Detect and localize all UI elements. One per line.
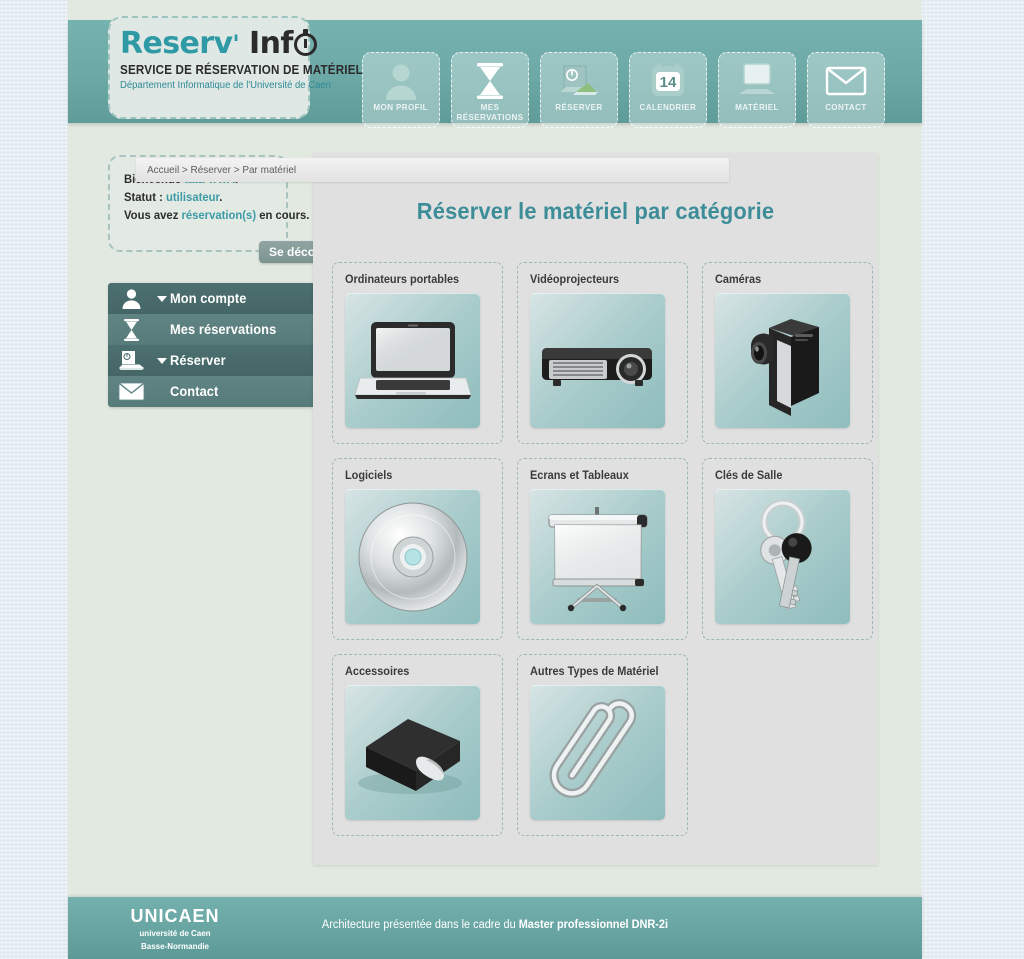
sidebar-item-reserver[interactable]: Réserver [108, 345, 313, 376]
category-card-ordinateurs-portables[interactable]: Ordinateurs portables [332, 262, 503, 444]
site-logo[interactable]: Reserv' Inf SERVICE DE RÉSERVATION DE MA… [108, 16, 363, 119]
footer-credit-prefix: Architecture présentée dans le cadre du [321, 919, 519, 931]
sidebar-item-label: Réserver [170, 353, 226, 368]
breadcrumb: Accueil > Réserver > Par matériel [136, 158, 729, 182]
category-card-accessoires[interactable]: Accessoires [332, 654, 503, 836]
category-label: Accessoires [345, 666, 410, 678]
hourglass-icon [108, 318, 154, 341]
category-label: Logiciels [345, 470, 393, 482]
category-thumbnail [530, 293, 665, 428]
category-thumbnail [530, 685, 665, 820]
category-thumbnail [530, 489, 665, 624]
nav-item-materiel[interactable]: Matériel [718, 52, 796, 128]
hourglass-icon [474, 60, 506, 102]
nav-item-label: Calendrier [639, 102, 697, 112]
breadcrumb-text[interactable]: Accueil > Réserver > Par matériel [147, 164, 296, 176]
nav-item-mes-reservations[interactable]: Mes réservations [451, 52, 529, 128]
cd-disc-icon [358, 502, 467, 611]
welcome-line-status: Statut : utilisateur. [124, 188, 276, 206]
logo-subtitle: Département Informatique de l'Université… [120, 80, 331, 91]
sidebar-item-label: Mon compte [170, 291, 247, 306]
chevron-down-icon[interactable] [154, 295, 170, 302]
reservations-suffix: en cours. [256, 208, 310, 222]
sidebar-menu: Mon compte Mes réservations Réserver Con… [108, 283, 313, 407]
chevron-down-icon[interactable] [154, 357, 170, 364]
category-card-autres-types-de-materiel[interactable]: Autres Types de Matériel [517, 654, 688, 836]
nav-item-label: Contact [825, 102, 867, 112]
category-label: Ecrans et Tableaux [530, 470, 629, 482]
top-navigation: Mon profil Mes réservations [362, 52, 885, 128]
laptop-book-icon [108, 350, 154, 371]
category-card-cles-de-salle[interactable]: Clés de Salle [702, 458, 873, 640]
footer-credit-bold: Master professionnel DNR-2i [518, 919, 669, 931]
status-value: utilisateur [165, 190, 220, 204]
sidebar-item-label: Contact [170, 384, 219, 399]
stopwatch-icon [293, 29, 317, 56]
category-label: Ordinateurs portables [345, 274, 460, 286]
black-box-icon [357, 718, 462, 794]
page-title: Réserver le matériel par catégorie [416, 198, 775, 224]
footer-credit: Architecture présentée dans le cadre du … [89, 919, 900, 931]
user-icon [384, 60, 418, 102]
monitor-icon [736, 60, 778, 102]
category-label: Clés de Salle [715, 470, 783, 482]
nav-item-label: Mon profil [373, 102, 429, 112]
logo-apostrophe: ' [232, 30, 240, 58]
reservations-prefix: Vous avez [124, 208, 182, 222]
status-suffix: . [219, 190, 223, 204]
category-thumbnail [345, 685, 480, 820]
camcorder-icon [750, 318, 819, 416]
sidebar-item-mon-compte[interactable]: Mon compte [108, 283, 313, 314]
nav-item-mon-profil[interactable]: Mon profil [362, 52, 440, 128]
sidebar-item-mes-reservations[interactable]: Mes réservations [108, 314, 313, 345]
unicaen-sub-line2: Basse-Normandie [140, 942, 210, 951]
keys-icon [759, 499, 812, 610]
nav-item-calendrier[interactable]: 14 Calendrier [629, 52, 707, 128]
logo-reserv-text: Reserv [120, 26, 233, 61]
nav-item-label: Réserver [555, 102, 603, 112]
sidebar-item-label: Mes réservations [170, 322, 277, 337]
paperclip-icon [549, 698, 636, 798]
projection-screen-icon [547, 506, 648, 611]
category-card-cameras[interactable]: Caméras [702, 262, 873, 444]
nav-item-label: Mes réservations [456, 102, 524, 122]
envelope-icon [108, 382, 154, 401]
welcome-line-reservations: Vous avez réservation(s) en cours. [124, 206, 309, 224]
laptop-book-icon [558, 60, 600, 102]
category-grid: Ordinateurs portables Vidéoprojecteurs C… [332, 262, 892, 836]
sidebar-item-contact[interactable]: Contact [108, 376, 313, 407]
page-shell: Mon profil Mes réservations [68, 0, 922, 959]
category-label: Vidéoprojecteurs [530, 274, 620, 286]
category-thumbnail [345, 293, 480, 428]
category-card-videoprojecteurs[interactable]: Vidéoprojecteurs [517, 262, 688, 444]
category-card-ecrans-et-tableaux[interactable]: Ecrans et Tableaux [517, 458, 688, 640]
projector-icon [541, 347, 652, 386]
status-prefix: Statut : [124, 190, 166, 204]
category-label: Caméras [715, 274, 762, 286]
category-thumbnail [715, 489, 850, 624]
category-card-logiciels[interactable]: Logiciels [332, 458, 503, 640]
reservations-count: réservation(s) [181, 208, 257, 222]
laptop-icon [353, 321, 472, 399]
nav-item-reserver[interactable]: Réserver [540, 52, 618, 128]
site-footer: UNICAEN université de Caen Basse-Normand… [68, 897, 922, 959]
category-thumbnail [715, 293, 850, 428]
nav-item-label: Matériel [735, 102, 779, 112]
envelope-icon [825, 60, 867, 102]
svg-text:14: 14 [660, 74, 677, 91]
category-label: Autres Types de Matériel [530, 666, 659, 678]
logo-tagline: SERVICE DE RÉSERVATION DE MATÉRIEL [120, 63, 363, 77]
nav-item-contact[interactable]: Contact [807, 52, 885, 128]
logo-info-text: Inf [249, 26, 293, 61]
category-thumbnail [345, 489, 480, 624]
calendar-icon: 14 [650, 60, 686, 102]
logo-wordmark: Reserv' Inf [120, 26, 317, 61]
user-icon [108, 288, 154, 309]
